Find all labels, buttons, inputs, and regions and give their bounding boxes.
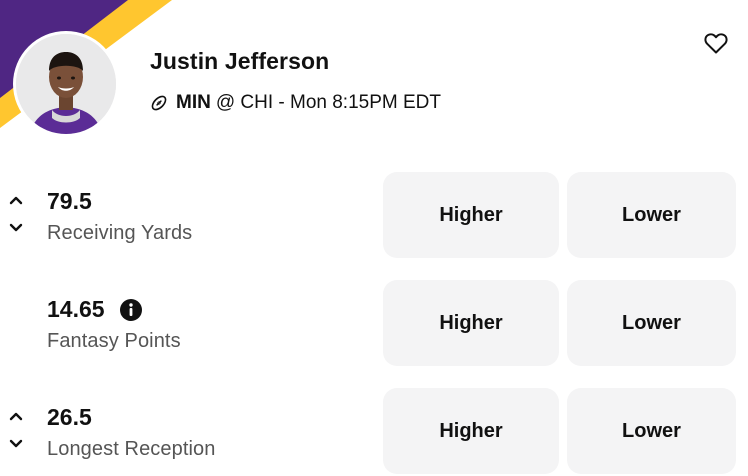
prop-row-longest-reception: 26.5 Longest Reception Higher Lower bbox=[0, 388, 748, 476]
football-icon bbox=[150, 94, 168, 112]
stat-line-number: 14.65 bbox=[47, 296, 105, 322]
player-avatar bbox=[16, 34, 116, 134]
chevron-up-icon[interactable] bbox=[8, 410, 24, 422]
chevron-down-icon[interactable] bbox=[8, 438, 24, 450]
player-card: Justin Jefferson MIN @ CHI - Mon 8:15PM … bbox=[0, 0, 748, 476]
lower-button[interactable]: Lower bbox=[567, 280, 736, 366]
stat-line-number: 79.5 bbox=[47, 188, 92, 214]
stat-line-value: 14.65 bbox=[47, 296, 143, 323]
team-abbreviation: MIN bbox=[176, 92, 211, 113]
chevron-up-icon[interactable] bbox=[8, 194, 24, 206]
stat-line-value: 79.5 bbox=[47, 188, 92, 215]
higher-button[interactable]: Higher bbox=[383, 388, 559, 474]
heart-outline-icon bbox=[704, 33, 728, 54]
stat-label: Fantasy Points bbox=[47, 330, 181, 352]
info-icon[interactable] bbox=[119, 298, 143, 322]
favorite-button[interactable] bbox=[702, 30, 730, 56]
higher-button[interactable]: Higher bbox=[383, 280, 559, 366]
higher-button[interactable]: Higher bbox=[383, 172, 559, 258]
prop-row-fantasy-points: 14.65 Fantasy Points Higher Lower bbox=[0, 280, 748, 368]
stat-line-number: 26.5 bbox=[47, 404, 92, 430]
lower-button[interactable]: Lower bbox=[567, 172, 736, 258]
matchup-text: @ CHI - Mon 8:15PM EDT bbox=[215, 92, 441, 113]
stat-label: Receiving Yards bbox=[47, 222, 193, 244]
line-movement-arrows bbox=[8, 194, 24, 238]
stat-label: Longest Reception bbox=[47, 438, 216, 460]
line-movement-arrows bbox=[8, 410, 24, 454]
prop-row-receiving-yards: 79.5 Receiving Yards Higher Lower bbox=[0, 172, 748, 260]
chevron-down-icon[interactable] bbox=[8, 222, 24, 234]
game-info: MIN @ CHI - Mon 8:15PM EDT bbox=[150, 90, 441, 116]
player-name: Justin Jefferson bbox=[150, 48, 330, 74]
stat-line-value: 26.5 bbox=[47, 404, 92, 431]
lower-button[interactable]: Lower bbox=[567, 388, 736, 474]
